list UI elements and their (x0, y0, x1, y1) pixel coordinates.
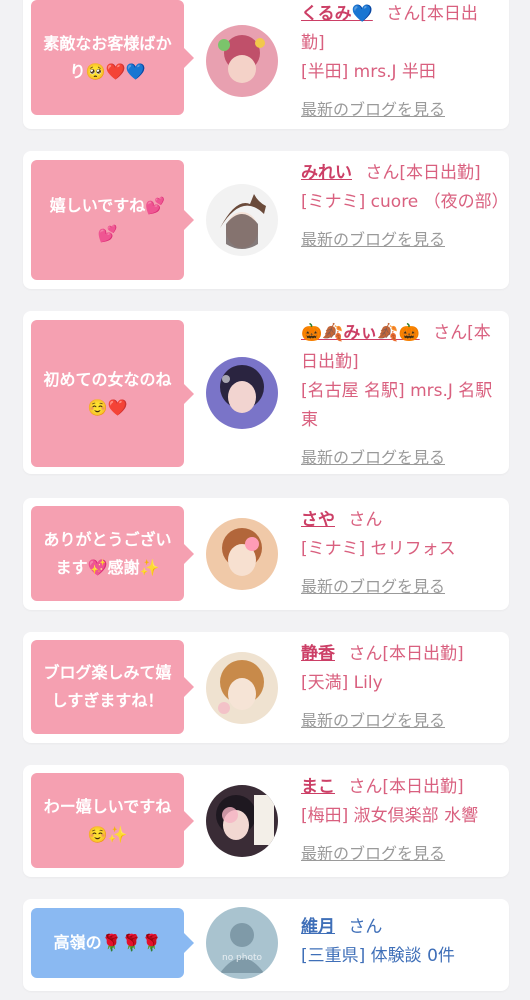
review-card: ありがとうございます💖感謝✨ さや さん [ミナミ] セリフォス 最新のブログを… (23, 498, 509, 610)
shop-name: [三重県] 体験談 0件 (301, 946, 455, 966)
shop-name: [天満] Lily (301, 673, 383, 693)
cast-suffix: さん[本日出勤] (348, 777, 464, 797)
cast-suffix: さん (348, 917, 383, 937)
review-info: 🎃🍂みぃ🍂🎃 さん[本日出勤] [名古屋 名駅] mrs.J 名駅東 最新のブロ… (301, 319, 501, 472)
review-card: 初めての女なのね☺️❤️ 🎃🍂みぃ🍂🎃 さん[本日出勤] [名古屋 名駅] mr… (23, 311, 509, 474)
review-info: くるみ💙 さん[本日出勤] [半田] mrs.J 半田 最新のブログを見る (301, 0, 501, 124)
avatar[interactable] (206, 785, 278, 857)
review-info: みれい さん[本日出勤] [ミナミ] cuore （夜の部） 最新のブログを見る (301, 159, 509, 254)
review-info: さや さん [ミナミ] セリフォス 最新のブログを見る (301, 506, 501, 601)
cast-name-link[interactable]: 🎃🍂みぃ🍂🎃 (301, 323, 420, 343)
shop-name: [名古屋 名駅] mrs.J 名駅東 (301, 381, 493, 430)
blog-link[interactable]: 最新のブログを見る (301, 839, 501, 868)
review-card: ブログ楽しみて嬉しすぎますね！ 静香 さん[本日出勤] [天満] Lily 最新… (23, 632, 509, 743)
avatar[interactable]: no photo (206, 907, 278, 979)
cast-name-link[interactable]: まこ (301, 777, 335, 797)
blog-link[interactable]: 最新のブログを見る (301, 572, 501, 601)
message-bubble: わー嬉しいですね☺️✨ (31, 773, 194, 868)
message-bubble: 高嶺の🌹🌹🌹 (31, 908, 194, 978)
cast-name-link[interactable]: みれい (301, 163, 352, 183)
blog-link[interactable]: 最新のブログを見る (301, 706, 501, 735)
avatar[interactable] (206, 652, 278, 724)
review-card: 素敵なお客様ばかり🥺❤️💙 くるみ💙 さん[本日出勤] [半田] mrs.J 半… (23, 0, 509, 129)
cast-suffix: さん (348, 510, 383, 530)
review-card: 嬉しいですね💕💕 みれい さん[本日出勤] [ミナミ] cuore （夜の部） … (23, 151, 509, 289)
avatar[interactable] (206, 25, 278, 97)
cast-name-link[interactable]: くるみ💙 (301, 4, 373, 24)
review-card: 高嶺の🌹🌹🌹 no photo 維月 さん [三重県] 体験談 0件 (23, 899, 509, 991)
review-info: まこ さん[本日出勤] [梅田] 淑女倶楽部 水響 最新のブログを見る (301, 773, 501, 868)
blog-link[interactable]: 最新のブログを見る (301, 95, 501, 124)
message-bubble: 初めての女なのね☺️❤️ (31, 320, 194, 467)
message-bubble: ありがとうございます💖感謝✨ (31, 506, 194, 601)
shop-name: [ミナミ] cuore （夜の部） (301, 192, 509, 212)
review-info: 維月 さん [三重県] 体験談 0件 (301, 913, 501, 971)
review-info: 静香 さん[本日出勤] [天満] Lily 最新のブログを見る (301, 640, 501, 735)
review-card: わー嬉しいですね☺️✨ まこ さん[本日出勤] [梅田] 淑女倶楽部 水響 最新… (23, 765, 509, 877)
blog-link[interactable]: 最新のブログを見る (301, 225, 501, 254)
avatar[interactable] (206, 518, 278, 590)
shop-name: [ミナミ] セリフォス (301, 539, 456, 559)
cast-name-link[interactable]: 維月 (301, 917, 335, 937)
cast-name-link[interactable]: さや (301, 510, 335, 530)
cast-suffix: さん[本日出勤] (365, 163, 481, 183)
shop-name: [半田] mrs.J 半田 (301, 62, 436, 82)
cast-suffix: さん[本日出勤] (348, 644, 464, 664)
no-photo-label: no photo (221, 953, 263, 963)
avatar[interactable] (206, 357, 278, 429)
message-bubble: 素敵なお客様ばかり🥺❤️💙 (31, 0, 194, 115)
message-bubble: 嬉しいですね💕💕 (31, 160, 194, 280)
avatar[interactable] (206, 184, 278, 256)
blog-link[interactable]: 最新のブログを見る (301, 443, 501, 472)
cast-name-link[interactable]: 静香 (301, 644, 335, 664)
shop-name: [梅田] 淑女倶楽部 水響 (301, 806, 479, 826)
message-bubble: ブログ楽しみて嬉しすぎますね！ (31, 640, 194, 734)
